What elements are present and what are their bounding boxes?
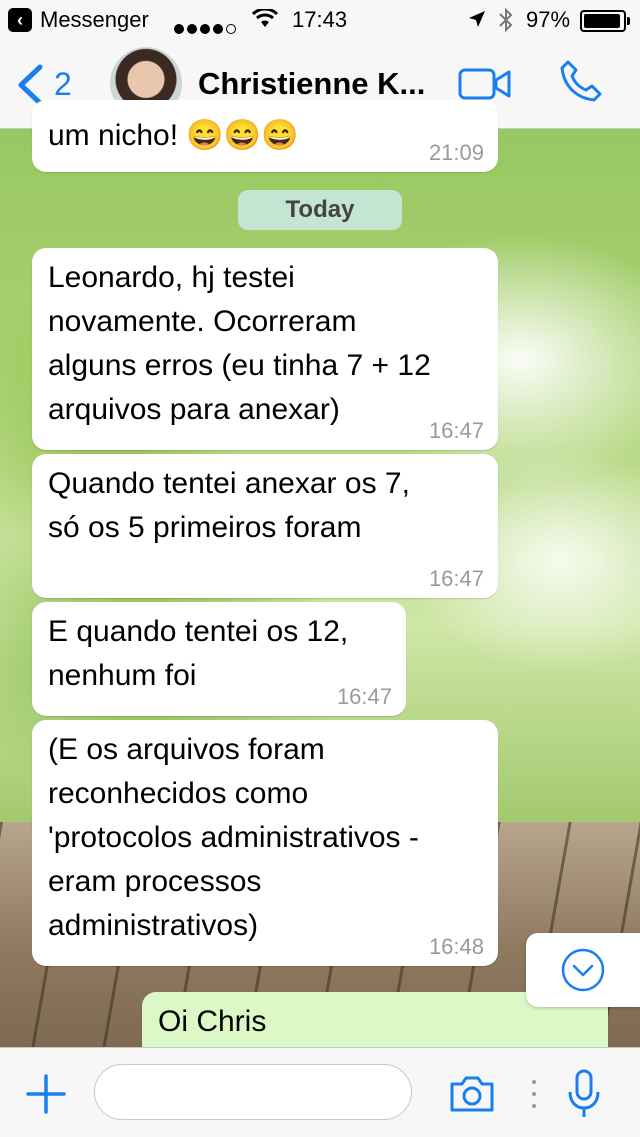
wifi-icon <box>252 9 278 27</box>
back-chevron-icon[interactable] <box>16 64 44 106</box>
camera-icon[interactable] <box>448 1074 496 1114</box>
separator-dots-icon <box>532 1080 536 1108</box>
microphone-icon[interactable] <box>566 1068 602 1120</box>
unread-back-count[interactable]: 2 <box>54 66 72 103</box>
message-text: E quando tentei os 12, nenhum foi <box>48 615 349 692</box>
video-call-icon[interactable] <box>458 66 512 102</box>
message-time: 16:47 <box>428 566 484 591</box>
message-bubble[interactable]: um nicho! 😄😄😄 21:09 <box>32 100 498 172</box>
message-bubble[interactable]: Leonardo, hj testei novamente. Ocorreram… <box>32 248 498 450</box>
back-app-icon[interactable]: ‹ <box>8 8 32 32</box>
battery-icon <box>580 10 630 32</box>
bluetooth-icon <box>499 7 513 33</box>
composer-bar <box>0 1047 640 1137</box>
message-input[interactable] <box>94 1064 412 1120</box>
plus-icon[interactable] <box>26 1074 66 1114</box>
message-bubble[interactable]: E quando tentei os 12, nenhum foi 16:47 <box>32 602 406 716</box>
signal-icon <box>174 14 239 40</box>
message-time: 16:47 <box>428 418 484 443</box>
message-text: um nicho! 😄😄😄 <box>48 119 299 152</box>
scroll-down-icon <box>561 948 605 992</box>
message-bubble[interactable]: (E os arquivos foram reconhecidos como '… <box>32 720 498 966</box>
carrier-label: Messenger <box>40 7 149 32</box>
phone-icon[interactable] <box>558 58 604 104</box>
message-time: 21:09 <box>428 140 484 165</box>
location-icon <box>469 11 485 27</box>
message-bubble[interactable]: Quando tentei anexar os 7, só os 5 prime… <box>32 454 498 598</box>
message-text: Quando tentei anexar os 7, só os 5 prime… <box>48 467 410 544</box>
scroll-to-bottom-button[interactable] <box>526 933 640 1007</box>
date-separator: Today <box>238 190 402 230</box>
message-time: 16:48 <box>428 934 484 959</box>
message-time: 16:47 <box>336 684 392 709</box>
message-text: Leonardo, hj testei novamente. Ocorreram… <box>48 261 431 426</box>
battery-percent: 97% <box>526 7 571 32</box>
message-text: (E os arquivos foram reconhecidos como '… <box>48 733 419 942</box>
contact-name[interactable]: Christienne K... <box>198 66 425 102</box>
clock: 17:43 <box>292 7 348 32</box>
status-bar: ‹ Messenger 17:43 97% <box>0 0 640 40</box>
message-text: Oi Chris <box>158 1005 267 1038</box>
